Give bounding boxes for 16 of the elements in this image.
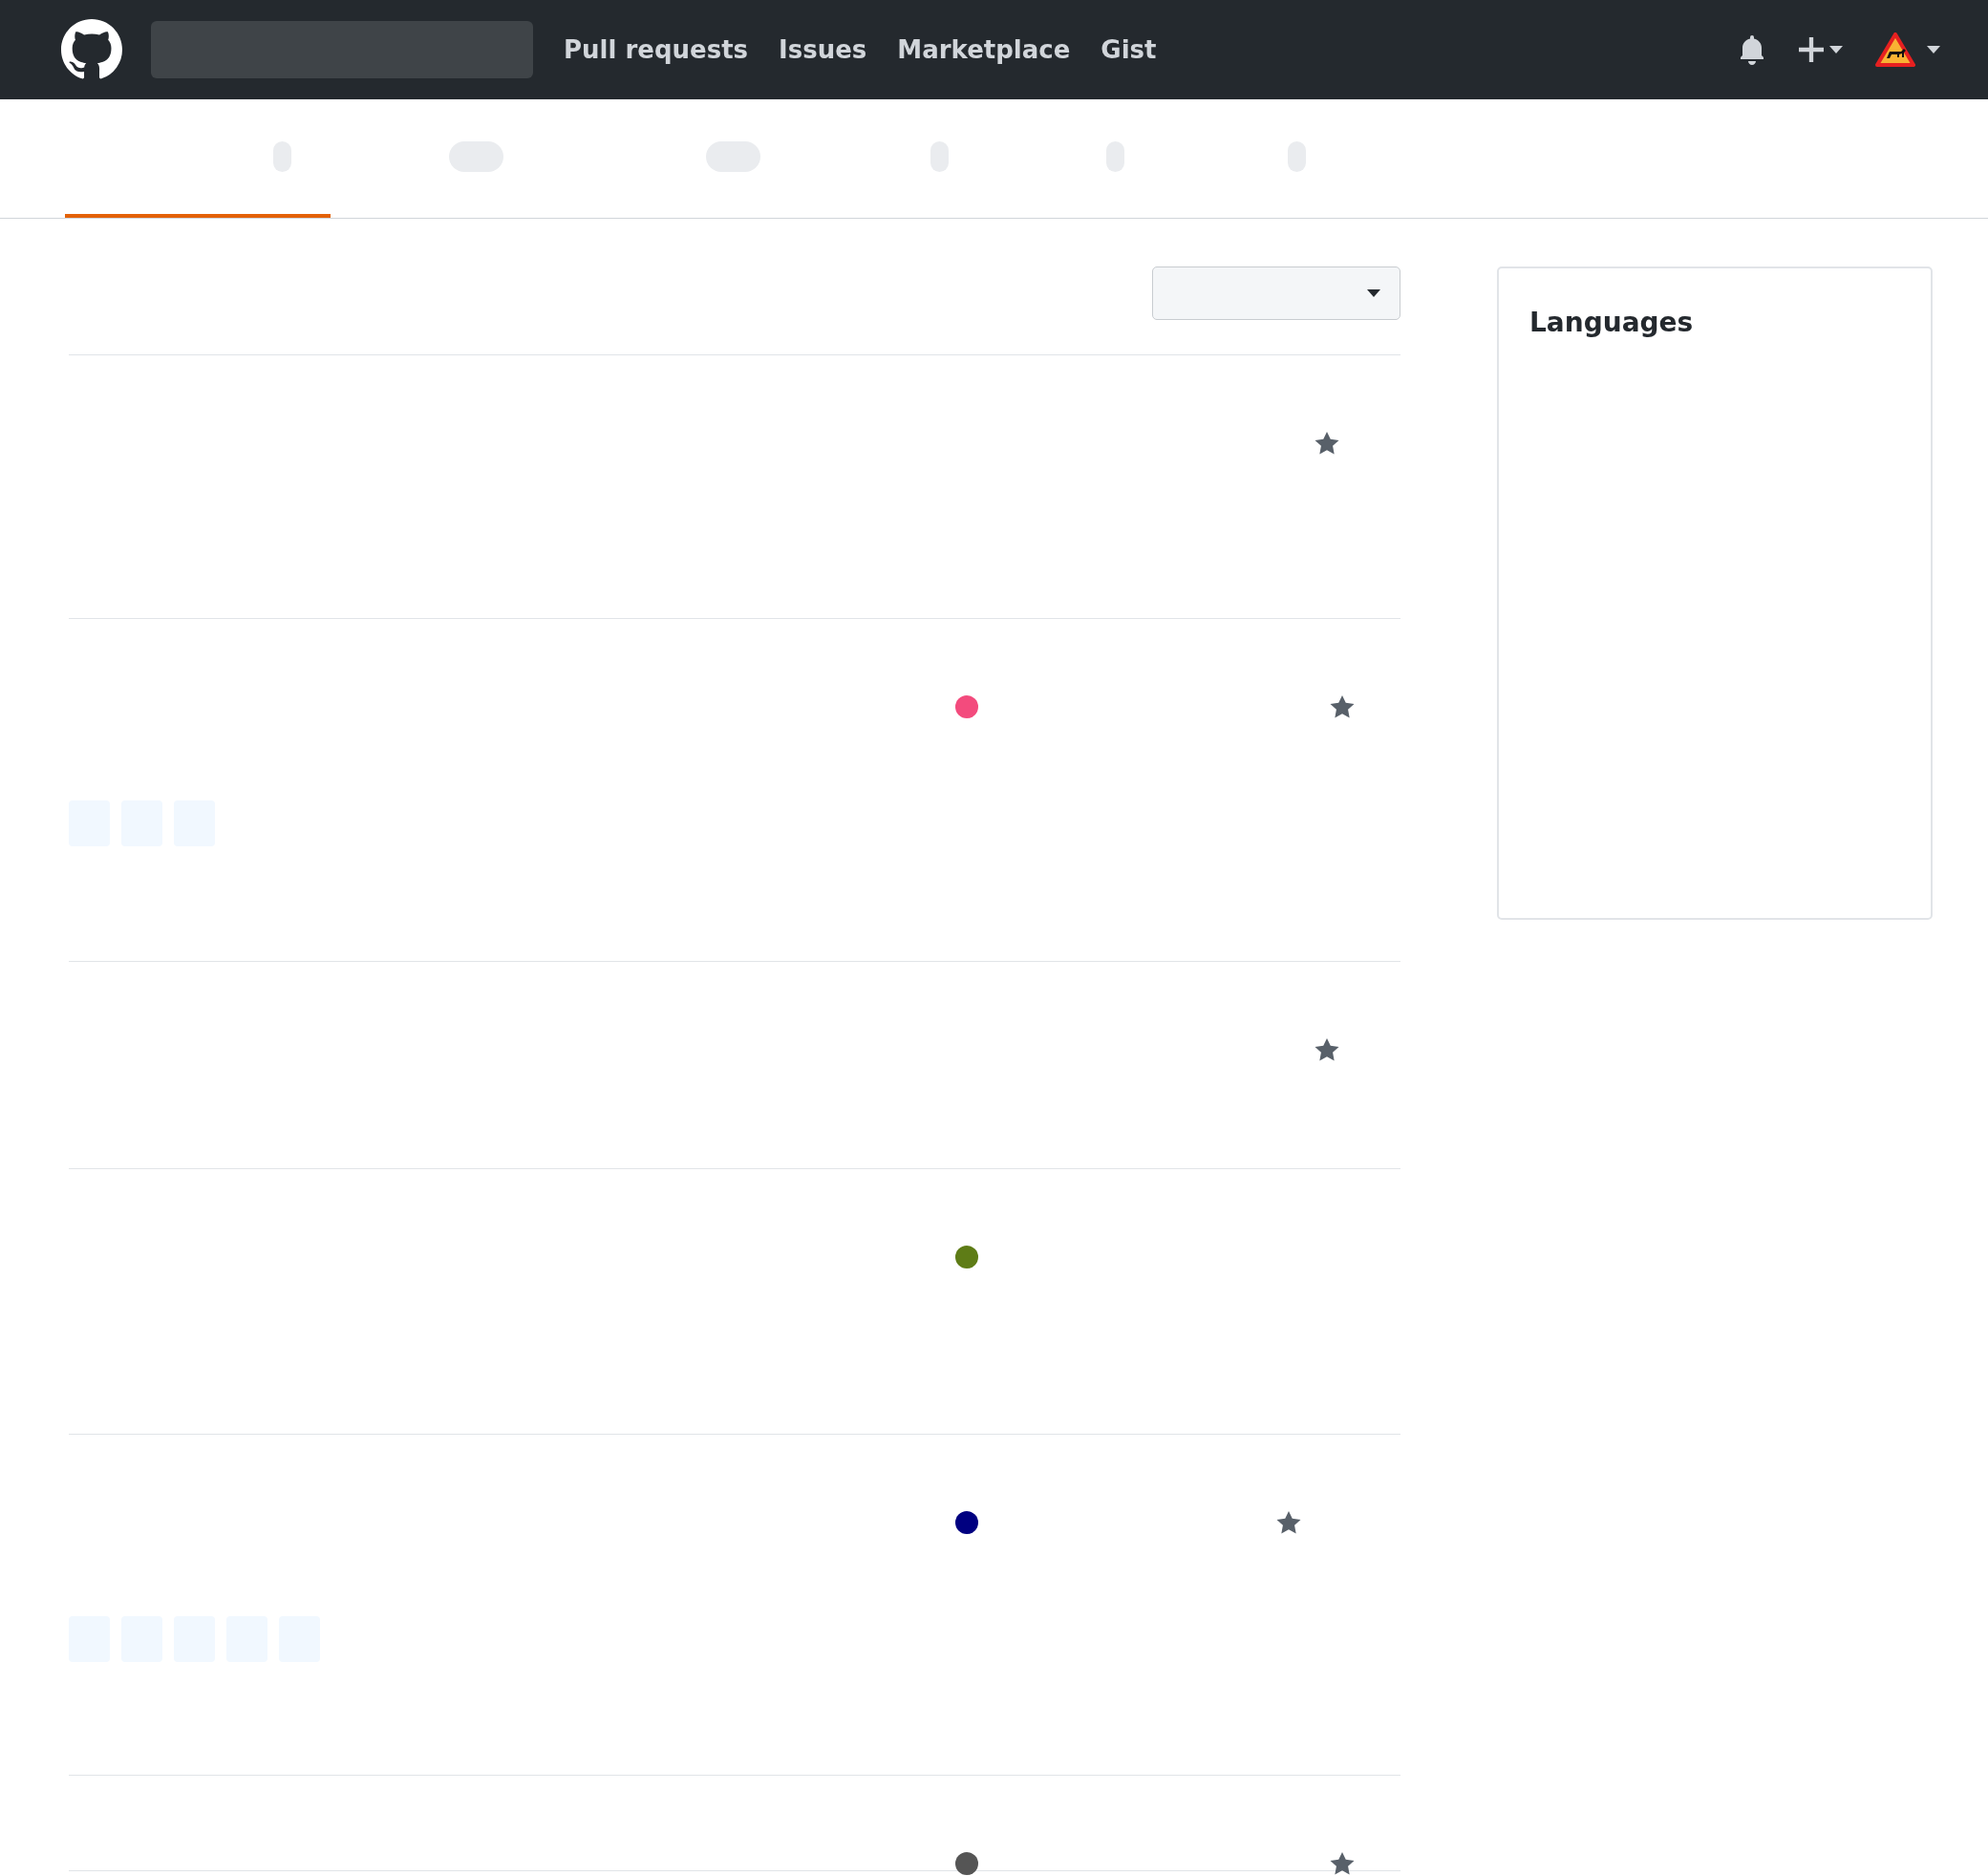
- caret-icon: [1829, 46, 1843, 53]
- plus-icon: [1799, 37, 1824, 62]
- caret-icon: [1367, 289, 1380, 297]
- nav-link[interactable]: Marketplace: [897, 31, 1071, 69]
- profile-menu-button[interactable]: [1875, 32, 1940, 67]
- panel-title: Languages: [1529, 306, 1695, 340]
- bell-icon[interactable]: [1738, 34, 1766, 65]
- octocat-logo-icon[interactable]: [61, 19, 122, 80]
- nav-link[interactable]: Issues: [779, 31, 867, 69]
- caret-icon: [1927, 46, 1940, 53]
- nav-link[interactable]: Pull requests: [564, 31, 749, 69]
- search-field[interactable]: [151, 21, 533, 78]
- sort-dropdown[interactable]: [1152, 266, 1400, 320]
- moose-warning-sign-avatar: [1875, 32, 1915, 67]
- new-menu-button[interactable]: [1799, 37, 1843, 62]
- nav-link[interactable]: Gist: [1101, 31, 1157, 69]
